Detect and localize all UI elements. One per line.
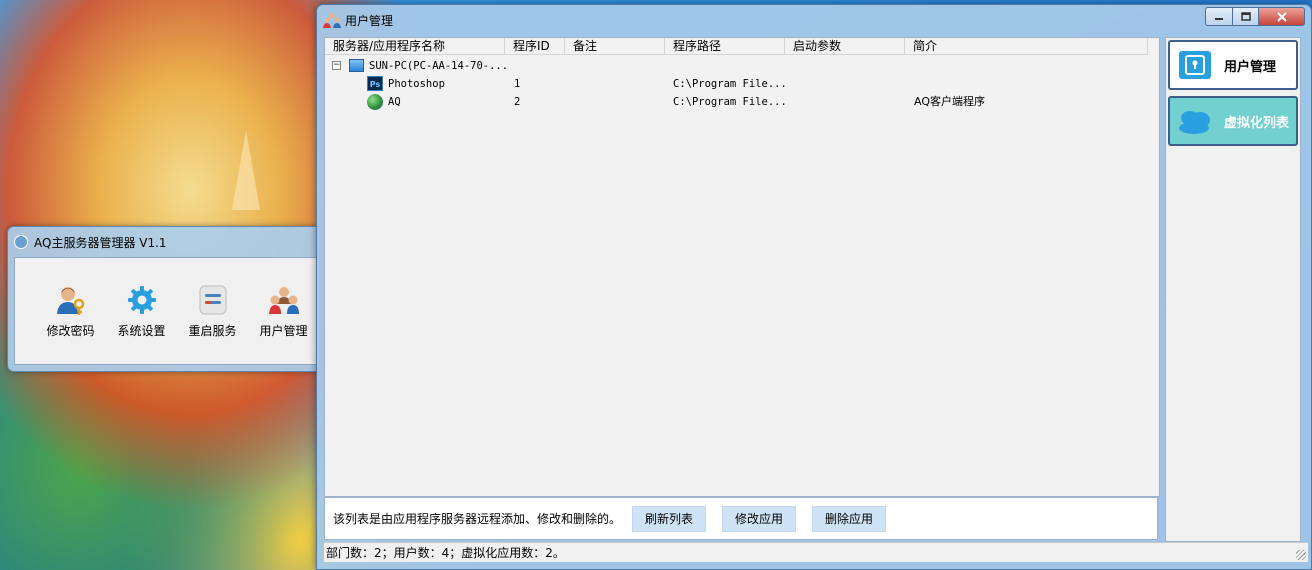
tree-row-app[interactable]: Ps Photoshop 1 C:\Program File... [325,75,1159,93]
user-management-button[interactable]: 用户管理 [248,284,319,339]
column-header-args[interactable]: 启动参数 [785,38,905,55]
modify-app-button[interactable]: 修改应用 [722,505,797,532]
user-management-nav-label: 用户管理 [1224,59,1277,75]
cloud-icon [1179,111,1210,134]
minimize-button[interactable] [1205,7,1233,26]
change-password-label: 修改密码 [46,324,95,338]
column-header-note[interactable]: 备注 [565,38,665,55]
delete-app-button[interactable]: 删除应用 [812,505,887,532]
main-titlebar[interactable]: 用户管理 [317,5,1311,35]
app-id: 1 [514,78,521,90]
app-id: 2 [514,96,521,108]
header-scroll-stub [1147,38,1159,55]
close-icon [1276,11,1287,22]
aq-toolbar: 修改密码 系统设置 重启服务 用户管理 [14,257,319,365]
status-text: 部门数：2；用户数：4；虚拟化应用数：2。 [326,546,565,560]
computer-icon [349,59,364,72]
app-description: AQ客户端程序 [914,95,985,108]
wallpaper-tree [232,130,260,210]
gear-icon [127,286,156,314]
aq-server-manager-window: AQ主服务器管理器 V1.1 修改密码 系统设置 重启服务 用户管理 [7,226,319,372]
minimize-icon [1215,17,1223,20]
user-key-icon [56,287,84,315]
tree-row-app[interactable]: AQ 2 C:\Program File... AQ客户端程序 [325,93,1159,111]
app-name: Photoshop [388,78,445,90]
refresh-list-button[interactable]: 刷新列表 [632,505,707,532]
user-management-nav-button[interactable]: 用户管理 [1168,40,1298,90]
virtualization-list-nav-button[interactable]: 虚拟化列表 [1168,96,1298,146]
main-window-title: 用户管理 [345,13,394,28]
application-tree-list: 服务器/应用程序名称 程序ID 备注 程序路径 启动参数 简介 − SUN-PC… [324,37,1160,497]
user-management-label: 用户管理 [259,324,308,338]
maximize-button[interactable] [1233,7,1259,26]
resize-grip-icon[interactable] [1296,550,1306,560]
app-path: C:\Program File... [673,78,787,90]
collapse-toggle[interactable]: − [332,61,341,70]
column-header-name[interactable]: 服务器/应用程序名称 [325,38,505,55]
change-password-button[interactable]: 修改密码 [35,284,106,339]
system-settings-label: 系统设置 [117,324,166,338]
aq-titlebar[interactable]: AQ主服务器管理器 V1.1 [8,227,319,257]
tree-row-server[interactable]: − SUN-PC(PC-AA-14-70-... [325,57,1159,75]
users-icon [268,287,299,314]
virtualization-list-nav-label: 虚拟化列表 [1224,115,1290,131]
column-header-id[interactable]: 程序ID [505,38,565,55]
server-restart-icon [199,285,226,315]
app-name: AQ [388,96,401,108]
maximize-icon [1240,12,1251,21]
photoshop-icon: Ps [367,76,383,91]
list-hint-text: 该列表是由应用程序服务器远程添加、修改和删除的。 [333,512,622,526]
restart-service-label: 重启服务 [188,324,237,338]
column-header-path[interactable]: 程序路径 [665,38,785,55]
column-header-desc[interactable]: 简介 [905,38,1145,55]
app-path: C:\Program File... [673,96,787,108]
restart-service-button[interactable]: 重启服务 [177,284,248,339]
window-controls [1205,7,1305,26]
aq-app-icon [14,235,28,249]
close-button[interactable] [1259,7,1305,26]
users-icon [323,13,341,28]
side-navigation: 用户管理 虚拟化列表 [1165,37,1301,542]
list-header: 服务器/应用程序名称 程序ID 备注 程序路径 启动参数 简介 [325,38,1147,55]
action-bar: 该列表是由应用程序服务器远程添加、修改和删除的。 刷新列表 修改应用 删除应用 [324,497,1158,540]
id-card-icon [1179,51,1211,79]
aq-window-title: AQ主服务器管理器 V1.1 [34,235,167,250]
status-bar: 部门数：2；用户数：4；虚拟化应用数：2。 [324,542,1308,562]
server-name: SUN-PC(PC-AA-14-70-... [369,60,509,72]
aq-client-icon [367,94,383,110]
system-settings-button[interactable]: 系统设置 [106,284,177,339]
user-management-window: 用户管理 服务器/应用程序名称 程序ID 备注 程序路径 启动参数 简介 − S… [316,4,1312,570]
